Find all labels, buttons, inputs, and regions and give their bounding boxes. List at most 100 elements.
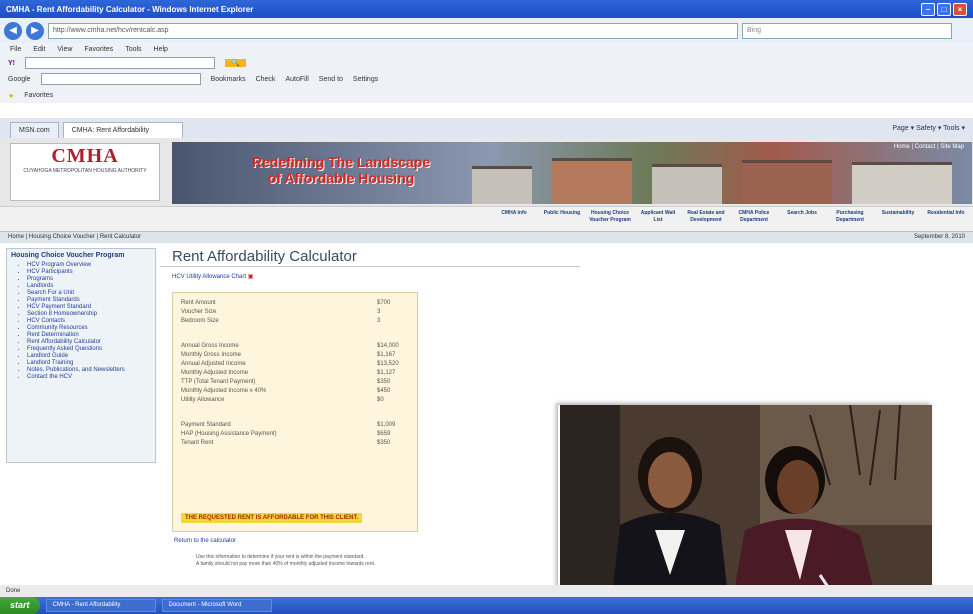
sidebar-item[interactable]: Section 8 Homeownership <box>27 311 155 318</box>
maximize-button[interactable]: □ <box>937 2 951 16</box>
result-row: Tenant Rent $350 <box>181 439 409 448</box>
sidebar-item[interactable]: Rent Affordability Calculator <box>27 339 155 346</box>
result-label: TTP (Total Tenant Payment) <box>181 379 256 385</box>
nav-sustainability[interactable]: Sustainability <box>877 210 919 224</box>
tab-msn[interactable]: MSN.com <box>10 122 59 138</box>
site-nav: CMHA Info Public Housing Housing Choice … <box>0 206 973 232</box>
return-to-calculator-link[interactable]: Return to the calculator <box>174 538 236 544</box>
result-row: Voucher Size 3 <box>181 308 409 317</box>
house-image <box>472 166 532 204</box>
nav-wait-list[interactable]: Applicant Wait List <box>637 210 679 224</box>
address-bar-row: ◀ ▶ http://www.cmha.net/hcv/rentcalc.asp… <box>0 18 973 43</box>
tab-bar: MSN.com CMHA: Rent Affordability Page ▾ … <box>0 118 973 138</box>
sidebar-item[interactable]: HCV Contacts <box>27 318 155 325</box>
sidebar-item[interactable]: Landlord Guide <box>27 353 155 360</box>
window-title: CMHA - Rent Affordability Calculator - W… <box>6 4 254 14</box>
result-label: Bedroom Size <box>181 318 219 324</box>
nav-residential[interactable]: Residential Info <box>925 210 967 224</box>
toolbar-link[interactable]: Settings <box>353 76 378 83</box>
menu-tools[interactable]: Tools <box>125 46 141 53</box>
utility-chart-link-text[interactable]: HCV Utility Allowance Chart <box>172 274 246 280</box>
start-button[interactable]: start <box>0 597 40 614</box>
breadcrumb-text[interactable]: Home | Housing Choice Voucher | Rent Cal… <box>8 234 141 240</box>
toolbar-link[interactable]: Check <box>256 76 276 83</box>
forward-button[interactable]: ▶ <box>26 21 44 40</box>
menu-edit[interactable]: Edit <box>33 46 45 53</box>
sidebar-item[interactable]: Payment Standards <box>27 297 155 304</box>
breadcrumb: Home | Housing Choice Voucher | Rent Cal… <box>0 232 973 243</box>
command-bar[interactable]: Page ▾ Safety ▾ Tools ▾ <box>892 124 973 132</box>
result-label: Payment Standard <box>181 422 231 428</box>
nav-housing-choice[interactable]: Housing Choice Voucher Program <box>589 210 631 224</box>
yahoo-icon[interactable]: Y! <box>8 60 15 67</box>
back-button[interactable]: ◀ <box>4 21 22 40</box>
favorites-button[interactable]: Favorites <box>24 92 53 99</box>
nav-purchasing[interactable]: Purchasing Department <box>829 210 871 224</box>
result-row: Monthly Adjusted Income x 40% $450 <box>181 387 409 396</box>
result-label: Utility Allowance <box>181 397 225 403</box>
nav-police[interactable]: CMHA Police Department <box>733 210 775 224</box>
result-label: Annual Adjusted Income <box>181 361 246 367</box>
status-text: Done <box>6 588 21 594</box>
main-content: Rent Affordability Calculator HCV Utilit… <box>160 248 580 567</box>
result-value: $0 <box>377 397 384 403</box>
result-value: $1,127 <box>377 370 396 376</box>
toolbar-search-input[interactable] <box>25 57 215 69</box>
result-row: Monthly Adjusted Income $1,127 <box>181 369 409 378</box>
current-date: September 8, 2010 <box>913 234 965 240</box>
tab-cmha[interactable]: CMHA: Rent Affordability <box>62 122 183 138</box>
toolbar-link[interactable]: AutoFill <box>285 76 308 83</box>
menu-view[interactable]: View <box>57 46 72 53</box>
menu-file[interactable]: File <box>10 46 21 53</box>
sidebar-item[interactable]: Notes, Publications, and Newsletters <box>27 367 155 374</box>
sidebar-item[interactable]: HCV Payment Standard <box>27 304 155 311</box>
toolbar-link[interactable]: Bookmarks <box>211 76 246 83</box>
search-icon[interactable]: 🔍 <box>225 59 246 67</box>
sidebar-item[interactable]: HCV Participants <box>27 269 155 276</box>
sidebar-item[interactable]: Programs <box>27 276 155 283</box>
sidebar-item[interactable]: Landlord Training <box>27 360 155 367</box>
menu-bar: File Edit View Favorites Tools Help <box>0 43 973 56</box>
sidebar-item[interactable]: Contact the HCV <box>27 374 155 381</box>
sidebar-heading: Housing Choice Voucher Program <box>11 252 125 259</box>
utility-chart-link[interactable]: HCV Utility Allowance Chart ▣ <box>172 273 580 280</box>
menu-help[interactable]: Help <box>154 46 168 53</box>
taskbar-item[interactable]: Document - Microsoft Word <box>161 599 272 612</box>
sidebar-item[interactable]: Frequently Asked Questions <box>27 346 155 353</box>
toolbar-link[interactable]: Send to <box>319 76 343 83</box>
nav-jobs[interactable]: Search Jobs <box>781 210 823 224</box>
sidebar-item[interactable]: Landlords <box>27 283 155 290</box>
sidebar-item[interactable]: Rent Determination <box>27 332 155 339</box>
taskbar-item[interactable]: CMHA - Rent Affordability <box>45 599 156 612</box>
nav-cmha-info[interactable]: CMHA Info <box>493 210 535 224</box>
google-label: Google <box>8 75 31 83</box>
logo-subtitle: CUYAHOGA METROPOLITAN HOUSING AUTHORITY <box>23 168 147 174</box>
pdf-icon[interactable]: ▣ <box>248 274 254 280</box>
nav-real-estate[interactable]: Real Estate and Development <box>685 210 727 224</box>
star-icon[interactable]: ★ <box>8 92 14 100</box>
address-input[interactable]: http://www.cmha.net/hcv/rentcalc.asp <box>48 22 738 39</box>
result-row: Monthly Gross Income $1,167 <box>181 351 409 360</box>
result-value: $700 <box>377 300 391 306</box>
nav-public-housing[interactable]: Public Housing <box>541 210 583 224</box>
site-banner: CMHA CUYAHOGA METROPOLITAN HOUSING AUTHO… <box>0 138 973 206</box>
result-label: Tenant Rent <box>181 440 214 446</box>
minimize-button[interactable]: – <box>921 2 935 16</box>
result-label: Voucher Size <box>181 309 217 315</box>
close-button[interactable]: × <box>953 2 967 16</box>
result-value: $350 <box>377 379 391 385</box>
house-image <box>652 164 722 204</box>
search-input[interactable]: Bing <box>742 22 952 39</box>
google-search-input[interactable] <box>40 73 201 85</box>
result-value: 3 <box>377 318 381 324</box>
result-row: Utility Allowance $0 <box>181 396 409 405</box>
sidebar-item[interactable]: Search For a Unit <box>27 290 155 297</box>
cmha-logo[interactable]: CMHA CUYAHOGA METROPOLITAN HOUSING AUTHO… <box>10 143 160 201</box>
result-value: $659 <box>377 431 391 437</box>
menu-favorites[interactable]: Favorites <box>84 46 113 53</box>
sidebar-item[interactable]: Community Resources <box>27 325 155 332</box>
utility-links[interactable]: Home | Contact | Site Map <box>894 144 964 150</box>
sidebar-item[interactable]: HCV Program Overview <box>27 262 155 269</box>
result-row: Annual Gross Income $14,000 <box>181 342 409 351</box>
logo-text: CMHA <box>51 145 119 167</box>
